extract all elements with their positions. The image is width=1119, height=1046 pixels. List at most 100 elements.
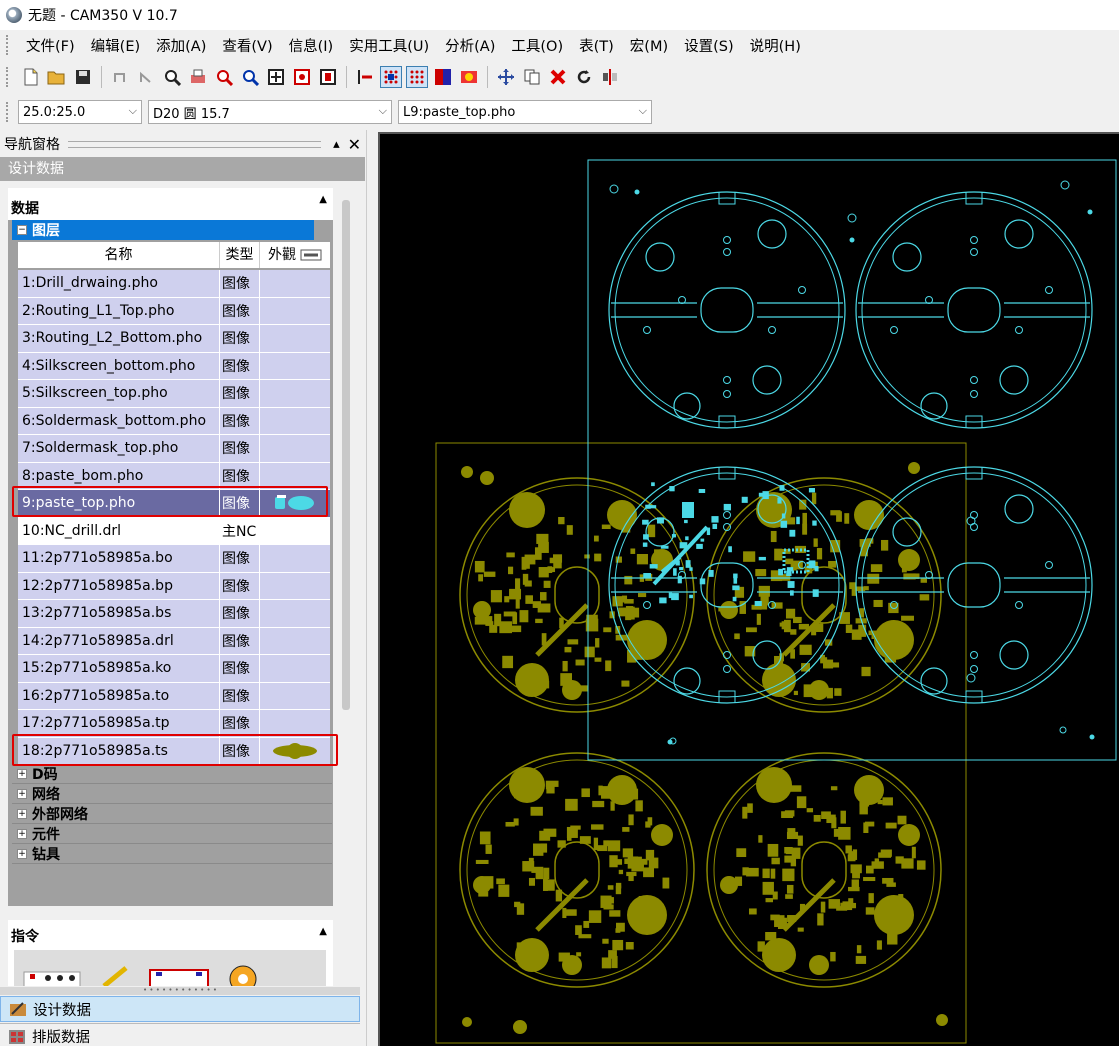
close-icon[interactable]: ✕ bbox=[348, 135, 361, 154]
menubar-grip-icon[interactable] bbox=[6, 35, 10, 55]
menu-tools[interactable]: 工具(O) bbox=[503, 35, 571, 56]
open-folder-icon[interactable] bbox=[46, 66, 68, 88]
tree-node-dcodes[interactable]: + D码 bbox=[12, 764, 332, 784]
layer-appearance-cell[interactable] bbox=[260, 517, 330, 544]
layer-appearance-cell[interactable] bbox=[260, 627, 330, 654]
layer-row[interactable]: 7:Soldermask_top.pho 图像 bbox=[18, 435, 330, 463]
layer-color-icon[interactable] bbox=[458, 66, 480, 88]
save-icon[interactable] bbox=[72, 66, 94, 88]
active-layer-select[interactable]: L9:paste_top.pho ⌵ bbox=[398, 100, 652, 124]
layer-appearance-cell[interactable] bbox=[260, 600, 330, 627]
print-icon[interactable] bbox=[187, 66, 209, 88]
zoom-in-icon[interactable] bbox=[213, 66, 235, 88]
layer-row[interactable]: 10:NC_drill.drl 主NC bbox=[18, 517, 330, 545]
menu-add[interactable]: 添加(A) bbox=[148, 35, 214, 56]
dcode-select[interactable]: D20 圆 15.7 ⌵ bbox=[148, 100, 392, 124]
copy-icon[interactable] bbox=[521, 66, 543, 88]
expand-box-icon[interactable]: + bbox=[17, 848, 27, 859]
grid-size-select[interactable]: 25.0:25.0 ⌵ bbox=[18, 100, 142, 124]
layer-appearance-cell[interactable] bbox=[260, 682, 330, 709]
zoom-previous-icon[interactable] bbox=[317, 66, 339, 88]
dot-grid-icon[interactable] bbox=[406, 66, 428, 88]
pane-splitter[interactable]: • • • • • • • • • • • • bbox=[0, 987, 360, 995]
pane-divider[interactable] bbox=[366, 130, 372, 1046]
mirror-icon[interactable] bbox=[599, 66, 621, 88]
pane-drag-handle[interactable] bbox=[68, 140, 322, 148]
layer-row[interactable]: 2:Routing_L1_Top.pho 图像 bbox=[18, 297, 330, 325]
zoom-all-icon[interactable] bbox=[265, 66, 287, 88]
delete-icon[interactable] bbox=[547, 66, 569, 88]
gerber-icon[interactable] bbox=[228, 964, 258, 986]
cad-canvas[interactable] bbox=[378, 132, 1119, 1046]
rotate-icon[interactable] bbox=[573, 66, 595, 88]
expand-box-icon[interactable]: + bbox=[17, 808, 27, 819]
layer-row[interactable]: 11:2p771o58985a.bo 图像 bbox=[18, 545, 330, 573]
layer-row[interactable]: 13:2p771o58985a.bs 图像 bbox=[18, 600, 330, 628]
pcb-drawing[interactable] bbox=[380, 134, 1119, 1046]
menu-macro[interactable]: 宏(M) bbox=[622, 35, 676, 56]
collapse-icon[interactable]: ▲ bbox=[319, 194, 327, 205]
collapse-box-icon[interactable]: − bbox=[17, 225, 27, 235]
tree-node-tools[interactable]: + 钻具 bbox=[12, 844, 332, 864]
layer-row[interactable]: 3:Routing_L2_Bottom.pho 图像 bbox=[18, 325, 330, 353]
netlist-icon[interactable] bbox=[148, 966, 210, 986]
layer-row[interactable]: 6:Soldermask_bottom.pho 图像 bbox=[18, 407, 330, 435]
layer-appearance-cell[interactable] bbox=[260, 545, 330, 572]
pencil-icon[interactable] bbox=[100, 966, 130, 986]
layer-row[interactable]: 12:2p771o58985a.bp 图像 bbox=[18, 572, 330, 600]
layer-row[interactable]: 15:2p771o58985a.ko 图像 bbox=[18, 655, 330, 683]
move-icon[interactable] bbox=[495, 66, 517, 88]
layer-appearance-cell[interactable] bbox=[260, 270, 330, 297]
undo-icon[interactable] bbox=[109, 66, 131, 88]
tree-node-nets[interactable]: + 网络 bbox=[12, 784, 332, 804]
layer-row[interactable]: 5:Silkscreen_top.pho 图像 bbox=[18, 380, 330, 408]
column-type[interactable]: 类型 bbox=[220, 242, 260, 268]
zoom-window-icon[interactable] bbox=[161, 66, 183, 88]
toolbar-grip-icon[interactable] bbox=[6, 67, 10, 87]
menu-analysis[interactable]: 分析(A) bbox=[437, 35, 503, 56]
column-name[interactable]: 名称 bbox=[18, 242, 220, 268]
pin-icon[interactable]: ▴ bbox=[333, 137, 340, 152]
expand-box-icon[interactable]: + bbox=[17, 788, 27, 799]
layer-appearance-cell[interactable] bbox=[260, 352, 330, 379]
menu-utilities[interactable]: 实用工具(U) bbox=[341, 35, 437, 56]
data-section-header[interactable]: 数据 ▲ bbox=[8, 188, 333, 220]
zoom-out-icon[interactable] bbox=[239, 66, 261, 88]
menu-edit[interactable]: 编辑(E) bbox=[83, 35, 148, 56]
layer-appearance-cell[interactable] bbox=[260, 710, 330, 737]
tree-node-external-nets[interactable]: + 外部网络 bbox=[12, 804, 332, 824]
layers-tree-node[interactable]: − 图层 bbox=[12, 220, 314, 240]
tab-design-data[interactable]: 设计数据 bbox=[0, 996, 360, 1022]
tab-panel-data[interactable]: 排版数据 bbox=[0, 1023, 360, 1046]
menu-help[interactable]: 说明(H) bbox=[742, 35, 809, 56]
layer-row[interactable]: 4:Silkscreen_bottom.pho 图像 bbox=[18, 352, 330, 380]
new-file-icon[interactable] bbox=[20, 66, 42, 88]
menu-view[interactable]: 查看(V) bbox=[214, 35, 280, 56]
collapse-icon[interactable]: ▲ bbox=[319, 926, 327, 937]
layer-appearance-cell[interactable] bbox=[260, 572, 330, 599]
grid-icon[interactable] bbox=[380, 66, 402, 88]
color-palette-icon[interactable] bbox=[432, 66, 454, 88]
menu-file[interactable]: 文件(F) bbox=[18, 35, 83, 56]
expand-box-icon[interactable]: + bbox=[17, 828, 27, 839]
layer-row[interactable]: 14:2p771o58985a.drl 图像 bbox=[18, 627, 330, 655]
selectionbar-grip-icon[interactable] bbox=[6, 102, 10, 122]
layer-appearance-cell[interactable] bbox=[260, 380, 330, 407]
menu-settings[interactable]: 设置(S) bbox=[676, 35, 742, 56]
menu-tables[interactable]: 表(T) bbox=[571, 35, 622, 56]
snap-icon[interactable] bbox=[354, 66, 376, 88]
column-appearance[interactable]: 外觀 bbox=[260, 242, 330, 268]
layer-row[interactable]: 16:2p771o58985a.to 图像 bbox=[18, 682, 330, 710]
layer-row[interactable]: 1:Drill_drwaing.pho 图像 bbox=[18, 270, 330, 298]
vertical-scrollbar[interactable] bbox=[342, 200, 350, 710]
tree-node-components[interactable]: + 元件 bbox=[12, 824, 332, 844]
layer-appearance-cell[interactable] bbox=[260, 655, 330, 682]
redraw-icon[interactable] bbox=[291, 66, 313, 88]
menu-info[interactable]: 信息(I) bbox=[281, 35, 342, 56]
layer-appearance-cell[interactable] bbox=[260, 407, 330, 434]
drc-icon[interactable] bbox=[22, 966, 82, 986]
redo-icon[interactable] bbox=[135, 66, 157, 88]
expand-box-icon[interactable]: + bbox=[17, 768, 27, 779]
layer-appearance-cell[interactable] bbox=[260, 297, 330, 324]
layer-appearance-cell[interactable] bbox=[260, 435, 330, 462]
